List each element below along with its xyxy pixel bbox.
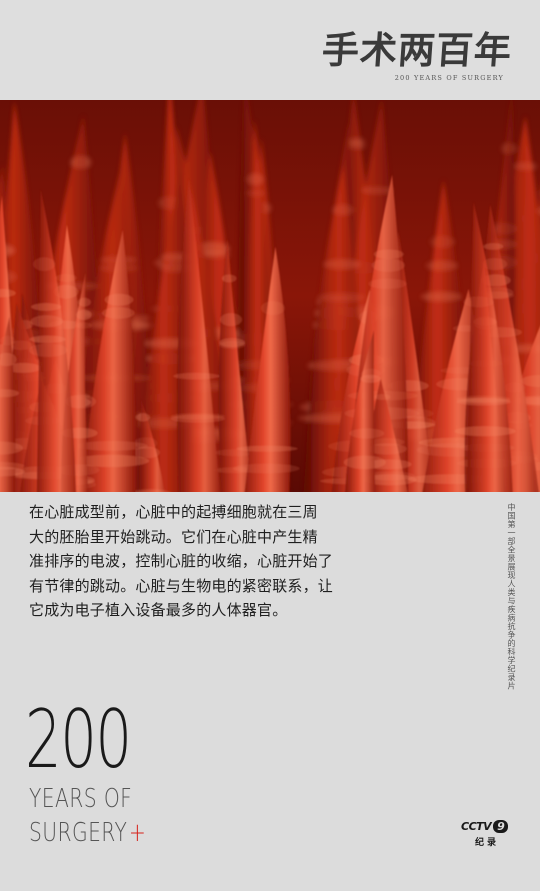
tissue-stripe <box>170 412 225 420</box>
tissue-stripe <box>0 335 16 346</box>
plus-icon: + <box>128 818 147 848</box>
tissue-stripe <box>55 273 77 282</box>
tissue-stripe <box>135 413 151 422</box>
tissue-stripe <box>514 162 538 171</box>
body-line: 它成为电子植入设备最多的人体器官。 <box>29 601 288 619</box>
years-of-label: YEARS OF <box>29 784 133 814</box>
tissue-stripe <box>232 463 300 474</box>
tissue-stripe <box>368 278 407 289</box>
tissue-stripe <box>30 315 64 328</box>
cctv-wordmark: CCTV 9 <box>461 820 509 833</box>
tissue-stripe <box>420 292 462 302</box>
tissue-stripe <box>361 368 381 379</box>
channel-number-badge: 9 <box>493 820 509 833</box>
tissue-stripe <box>221 274 237 283</box>
tissue-stripe <box>463 296 495 308</box>
tissue-stripe <box>483 243 504 250</box>
tissue-stripe <box>317 292 366 302</box>
tissue-stripe <box>245 189 265 197</box>
body-line: 在心脏成型前，心脏中的起搏细胞就在三周 <box>29 503 318 521</box>
tissue-stripe <box>33 257 56 272</box>
tissue-stripe <box>219 338 246 348</box>
tissue-stripe <box>374 393 391 401</box>
cctv9-channel-logo: CCTV 9 纪录 <box>461 820 513 848</box>
tissue-stripe <box>236 445 298 452</box>
hero-image <box>0 100 540 492</box>
tissue-stripe <box>30 303 62 311</box>
tissue-stripe <box>173 372 220 380</box>
big-number-200: 200 <box>25 693 132 786</box>
body-line: 有节律的跳动。心脏与生物电的紧密联系，让 <box>29 576 334 595</box>
tissue-stripe <box>343 455 386 470</box>
body-line: 大的胚胎里开始跳动。它们在心脏中产生精 <box>29 527 318 546</box>
show-subtitle: 200 YEARS OF SURGERY <box>394 74 504 82</box>
show-title-logo: 手术两百年 <box>320 28 514 72</box>
tissue-stripe <box>28 343 68 358</box>
surgery-label: SURGERY+ <box>29 820 146 846</box>
tissue-stripe <box>349 428 385 439</box>
tissue-stripe <box>456 395 511 403</box>
tissue-stripe <box>76 309 92 320</box>
tissue-stripe <box>29 335 66 344</box>
body-paragraph: 在心脏成型前，心脏中的起搏细胞就在三周 大的胚胎里开始跳动。它们在心脏中产生精 … <box>29 500 349 623</box>
tissue-stripe <box>454 426 516 437</box>
tissue-stripe <box>373 249 404 259</box>
tissue-stripe <box>332 204 354 216</box>
header: 手术两百年 200 YEARS OF SURGERY <box>0 0 540 100</box>
tissue-stripe <box>101 307 135 319</box>
heart-tissue-illustration <box>0 100 540 492</box>
tissue-stripe <box>500 143 517 154</box>
channel-subtitle: 纪录 <box>475 838 500 848</box>
tissue-stripe <box>74 322 93 329</box>
tissue-stripe <box>371 258 405 272</box>
tissue-stripe <box>429 235 455 248</box>
tissue-stripe <box>220 313 243 327</box>
cctv-name: CCTV <box>461 820 492 833</box>
tissue-stripe <box>425 260 458 271</box>
side-tagline: 中国第一部全景展现人类与疾病抗争的科学纪录片 <box>507 503 516 690</box>
tissue-stripe <box>246 173 264 186</box>
body-line: 准排序的电波，控制心脏的收缩，心脏开始了 <box>29 552 334 570</box>
tissue-stripe <box>323 259 362 270</box>
tissue-stripe <box>69 155 92 169</box>
surgery-text: SURGERY <box>29 818 128 848</box>
tissue-stripe <box>77 297 91 307</box>
tissue-stripe <box>104 293 134 306</box>
tissue-stripe <box>260 301 285 315</box>
